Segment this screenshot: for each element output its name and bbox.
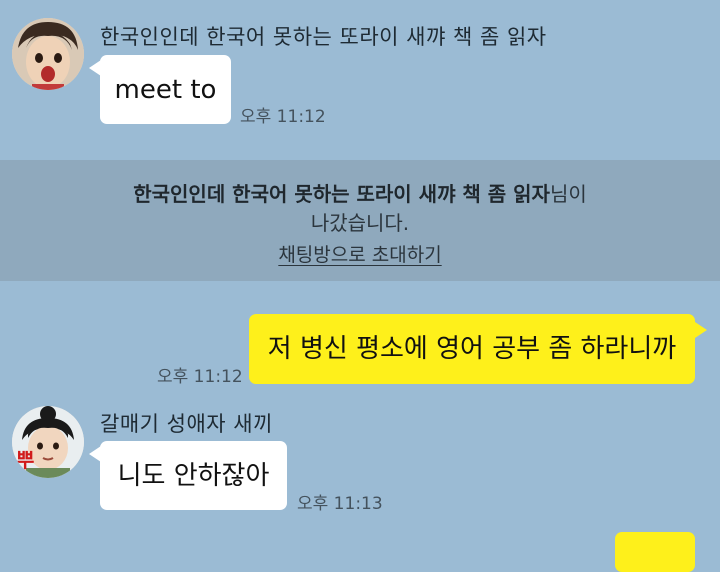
notice-suffix: 님이 bbox=[549, 182, 587, 206]
notice-line-2: 나갔습니다. bbox=[310, 211, 410, 235]
message-bubble[interactable]: 니도 안하잖아 bbox=[100, 441, 287, 510]
notice-line-1: 한국인인데 한국어 못하는 또라이 새꺄 책 좀 읽자님이 bbox=[0, 178, 720, 207]
avatar[interactable]: 뿌 bbox=[12, 406, 84, 478]
invite-link-row: 채팅방으로 초대하기 bbox=[0, 240, 720, 267]
avatar[interactable] bbox=[12, 18, 84, 90]
message-time: 오후 11:12 bbox=[157, 367, 243, 387]
notice-user: 한국인인데 한국어 못하는 또라이 새꺄 책 좀 읽자 bbox=[133, 182, 550, 206]
sender-name: 한국인인데 한국어 못하는 또라이 새꺄 책 좀 읽자 bbox=[100, 25, 547, 49]
message-bubble-partial[interactable] bbox=[615, 532, 695, 572]
invite-link[interactable]: 채팅방으로 초대하기 bbox=[278, 244, 441, 266]
message-time: 오후 11:13 bbox=[297, 494, 383, 514]
avatar-badge: 뿌 bbox=[16, 448, 35, 472]
profile-photo-icon bbox=[12, 18, 84, 90]
bubble-tail bbox=[695, 322, 707, 338]
message-time: 오후 11:12 bbox=[240, 107, 326, 127]
message-bubble[interactable]: 저 병신 평소에 영어 공부 좀 하라니까 bbox=[249, 314, 695, 384]
sender-name: 갈매기 성애자 새끼 bbox=[100, 412, 273, 436]
message-bubble[interactable]: meet to bbox=[100, 55, 231, 124]
